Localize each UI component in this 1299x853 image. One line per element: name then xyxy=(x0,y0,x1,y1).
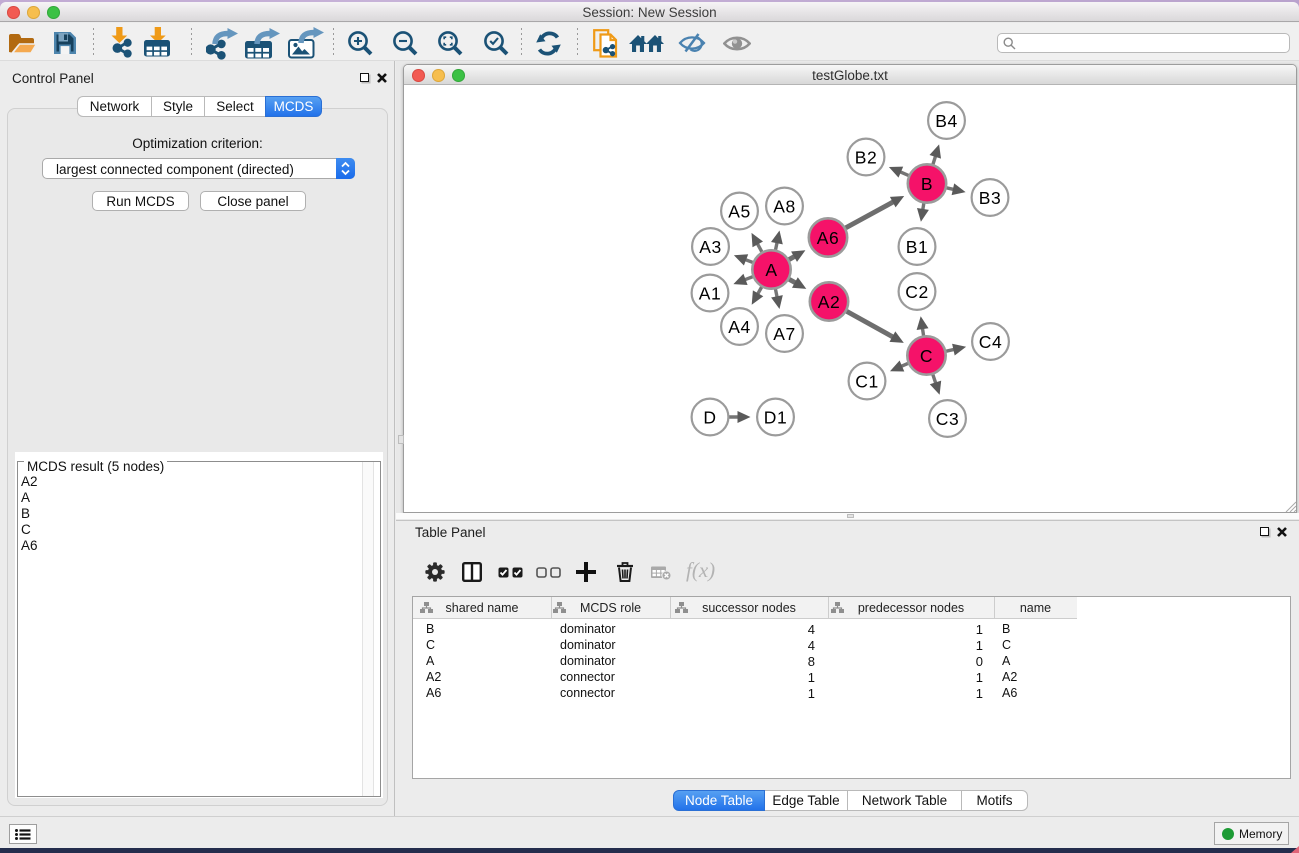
svg-text:A5: A5 xyxy=(728,202,751,222)
svg-text:B: B xyxy=(921,174,933,194)
svg-text:C: C xyxy=(920,346,933,366)
svg-text:A3: A3 xyxy=(699,237,722,257)
svg-text:B4: B4 xyxy=(935,111,958,131)
svg-text:A8: A8 xyxy=(773,197,796,217)
svg-text:A7: A7 xyxy=(773,324,796,344)
svg-text:A1: A1 xyxy=(699,284,722,304)
svg-text:C1: C1 xyxy=(855,372,879,392)
svg-text:A2: A2 xyxy=(818,292,841,312)
svg-text:A4: A4 xyxy=(728,317,751,337)
svg-text:C3: C3 xyxy=(936,409,960,429)
svg-text:A6: A6 xyxy=(817,228,840,248)
svg-text:A: A xyxy=(765,260,777,280)
svg-text:C2: C2 xyxy=(905,282,929,302)
svg-text:D1: D1 xyxy=(764,408,788,428)
svg-text:B2: B2 xyxy=(855,148,878,168)
svg-text:C4: C4 xyxy=(979,332,1003,352)
svg-text:B3: B3 xyxy=(979,188,1002,208)
svg-text:D: D xyxy=(703,408,716,428)
svg-text:B1: B1 xyxy=(906,237,929,257)
